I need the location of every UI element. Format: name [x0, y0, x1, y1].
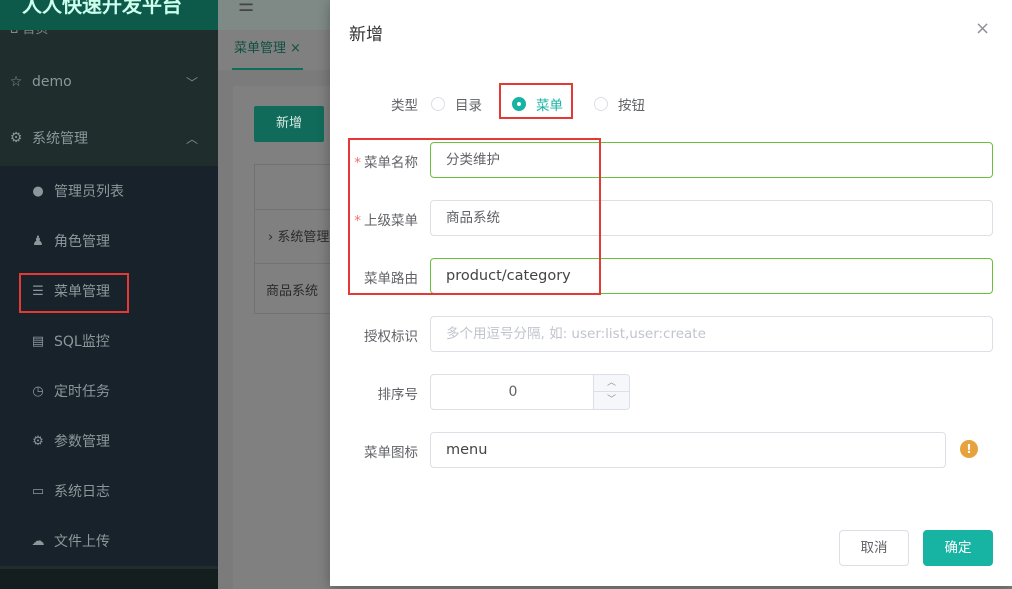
- chevron-down-icon[interactable]: ﹀: [593, 392, 629, 409]
- sidebar-group-demo[interactable]: ☆ demo ﹀: [0, 57, 218, 107]
- permission-label: 授权标识: [364, 329, 418, 345]
- order-value[interactable]: 0: [431, 375, 595, 409]
- menu-item-highlight-box: [19, 273, 129, 313]
- warning-icon[interactable]: !: [960, 440, 978, 458]
- table-row[interactable]: 商品系统: [266, 280, 318, 299]
- user-icon: ●: [32, 183, 44, 199]
- sidebar-item-admin-list[interactable]: ● 管理员列表: [0, 166, 218, 216]
- chevron-down-icon: ﹀: [185, 75, 198, 90]
- home-icon: ⌂: [10, 30, 22, 37]
- menu-toggle-icon[interactable]: ☰: [238, 0, 254, 15]
- menu-icon-label: 菜单图标: [364, 445, 418, 461]
- params-icon: ⚙: [32, 433, 44, 449]
- sidebar-item-sql-monitor[interactable]: ▤ SQL监控: [0, 316, 218, 366]
- confirm-button[interactable]: 确定: [923, 530, 993, 566]
- upload-icon: ☁: [31, 533, 45, 549]
- radio-highlight-box: [499, 83, 573, 119]
- radio-circle-icon: [594, 97, 608, 111]
- order-stepper[interactable]: 0 ︿ ﹀: [430, 374, 630, 410]
- sidebar-item-roles[interactable]: ♟ 角色管理: [0, 216, 218, 266]
- radio-button[interactable]: 按钮: [594, 94, 645, 114]
- sidebar-group-system[interactable]: ⚙ 系统管理 ︿: [0, 113, 218, 163]
- dialog-title: 新增: [349, 25, 383, 45]
- table-divider: [255, 263, 335, 264]
- tab-menu-management[interactable]: 菜单管理 ×: [232, 30, 303, 70]
- brand-title: 人人快速开发平台: [0, 0, 218, 30]
- sidebar-bottom: [0, 569, 218, 589]
- clock-icon: ◷: [32, 383, 44, 399]
- role-icon: ♟: [32, 233, 44, 249]
- table-row[interactable]: › 系统管理: [268, 226, 329, 245]
- fields-highlight-box: [348, 138, 601, 295]
- sidebar-item-scheduled-tasks[interactable]: ◷ 定时任务: [0, 366, 218, 416]
- chevron-up-icon: ︿: [185, 131, 198, 146]
- radio-directory[interactable]: 目录: [431, 94, 482, 114]
- add-button[interactable]: 新增: [254, 106, 324, 142]
- close-icon[interactable]: ×: [975, 18, 990, 39]
- sidebar-group-label: demo: [32, 74, 72, 90]
- gear-icon: ⚙: [9, 130, 23, 146]
- monitor-icon: ▤: [31, 333, 45, 349]
- permission-input[interactable]: 多个用逗号分隔, 如: user:list,user:create: [430, 316, 993, 352]
- log-icon: ▭: [31, 483, 45, 499]
- cancel-button[interactable]: 取消: [839, 530, 909, 566]
- order-label: 排序号: [377, 387, 419, 403]
- sidebar-group-label: 系统管理: [32, 131, 88, 147]
- sidebar-item-params[interactable]: ⚙ 参数管理: [0, 416, 218, 466]
- chevron-up-icon[interactable]: ︿: [593, 375, 629, 392]
- menu-icon-input[interactable]: menu: [430, 432, 946, 468]
- close-icon[interactable]: ×: [290, 41, 301, 56]
- sidebar-item-logs[interactable]: ▭ 系统日志: [0, 466, 218, 516]
- type-label: 类型: [391, 98, 418, 114]
- table-divider: [255, 209, 335, 210]
- sidebar-item-home[interactable]: ⌂ 首页: [0, 30, 218, 50]
- sidebar-item-upload[interactable]: ☁ 文件上传: [0, 516, 218, 566]
- star-icon: ☆: [9, 74, 23, 90]
- radio-circle-icon: [431, 97, 445, 111]
